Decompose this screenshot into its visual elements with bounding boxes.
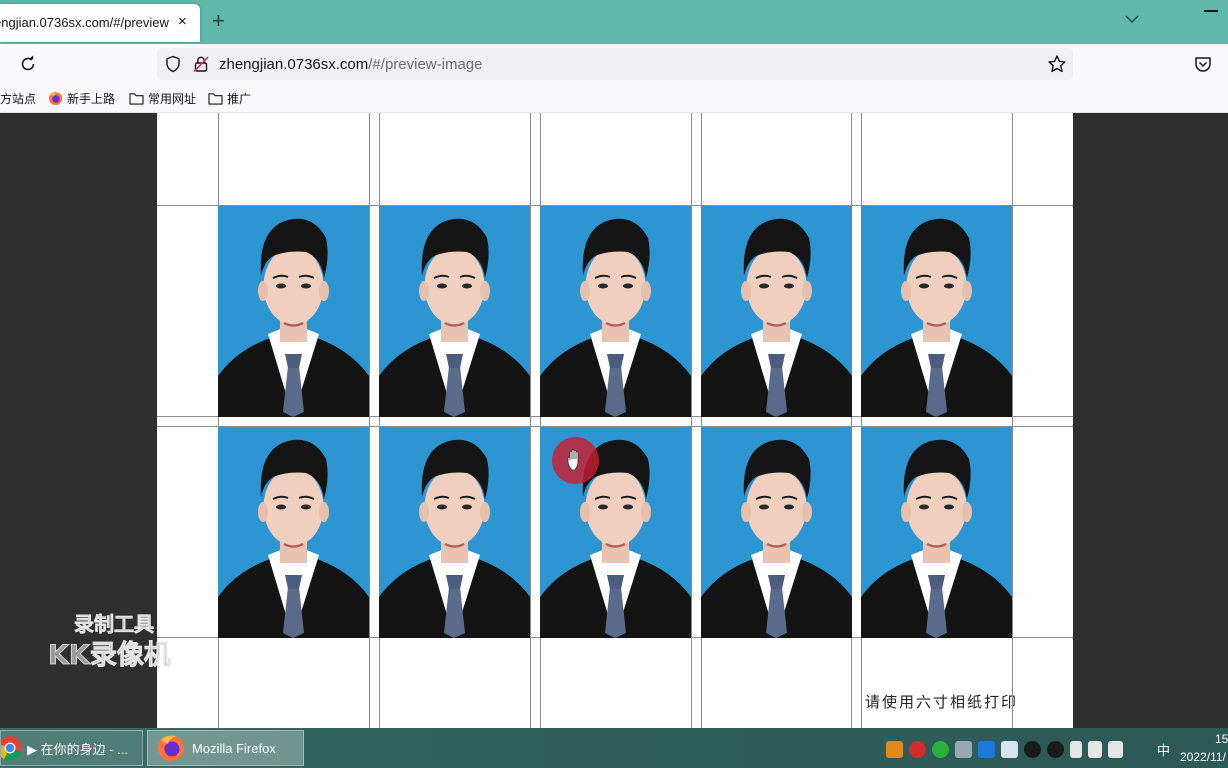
id-photo (701, 427, 852, 638)
portrait-image (379, 427, 530, 638)
watermark-line2: KK录像机 (48, 640, 171, 671)
id-photo (861, 427, 1012, 638)
portrait-image (218, 206, 369, 417)
id-photo (861, 206, 1012, 417)
minimize-button[interactable] (1204, 10, 1218, 12)
reload-icon[interactable] (19, 55, 37, 73)
id-photo (379, 427, 530, 638)
portrait-image (861, 427, 1012, 638)
chrome-icon (1, 736, 22, 761)
new-tab-button[interactable]: + (212, 8, 225, 34)
bookmark-folder[interactable]: 常用网址 (129, 90, 196, 107)
portrait-image (701, 427, 852, 638)
folder-icon (208, 93, 223, 105)
clock-time[interactable]: 15 (1215, 732, 1228, 746)
taskbar-item-chrome[interactable]: ▶ 在你的身边 - ... (0, 730, 143, 766)
qq-icon[interactable] (1024, 740, 1041, 758)
portrait-image (861, 206, 1012, 417)
folder-icon (129, 93, 144, 105)
tray-antivirus-icon[interactable] (909, 740, 926, 758)
bookmarks-bar: 方站点 新手上路 常用网址 推广 (0, 84, 1228, 113)
pocket-icon[interactable] (1194, 56, 1212, 73)
taskbar: ▶ 在你的身边 - ... Mozilla Firefox 中 15 2022/… (0, 728, 1228, 768)
wechat-icon[interactable] (932, 740, 949, 758)
battery-icon[interactable] (1070, 740, 1082, 758)
id-photo (540, 206, 691, 417)
tab-title: engjian.0736sx.com/#/preview (0, 15, 169, 30)
bookmark-label: 新手上路 (67, 92, 116, 106)
watermark-line1: 录制工具 (74, 612, 154, 636)
bookmark-item[interactable]: 方站点 (0, 90, 36, 107)
tray-keyboard-icon[interactable] (1001, 740, 1018, 758)
nav-bar: zhengjian.0736sx.com/#/preview-image (0, 44, 1228, 84)
tray-app-icon[interactable] (886, 740, 903, 758)
insecure-lock-icon[interactable] (192, 55, 210, 73)
portrait-image (540, 206, 691, 417)
id-photo (701, 206, 852, 417)
photo-print-sheet: 请使用六寸相纸打印 (157, 113, 1073, 728)
shield-icon[interactable] (164, 55, 182, 73)
bookmark-star-icon[interactable] (1047, 54, 1067, 74)
url-bar[interactable]: zhengjian.0736sx.com/#/preview-image (157, 48, 1073, 80)
chevron-down-icon[interactable] (1124, 11, 1140, 27)
clock-date[interactable]: 2022/11/ (1180, 750, 1226, 764)
url-path: /#/preview-image (368, 56, 483, 73)
portrait-image (701, 206, 852, 417)
bookmark-item[interactable]: 新手上路 (48, 90, 115, 107)
tab-close-button[interactable]: × (178, 13, 187, 30)
id-photo (218, 206, 369, 417)
bookmark-folder[interactable]: 推广 (208, 90, 251, 107)
active-tab[interactable]: engjian.0736sx.com/#/preview × (0, 4, 200, 42)
id-photo (218, 427, 369, 638)
portrait-image (218, 427, 369, 638)
hand-cursor-icon (567, 449, 579, 471)
bookmark-label: 常用网址 (148, 92, 197, 106)
taskbar-item-firefox[interactable]: Mozilla Firefox (147, 730, 304, 766)
bookmark-label: 推广 (227, 92, 252, 106)
system-tray (886, 740, 1123, 758)
bookmark-label: 方站点 (0, 92, 37, 106)
taskbar-item-label: Mozilla Firefox (192, 740, 276, 756)
print-hint-text: 请使用六寸相纸打印 (865, 693, 1019, 711)
portrait-image (379, 206, 530, 417)
tray-display-icon[interactable] (955, 740, 972, 758)
firefox-icon (48, 91, 63, 106)
taskbar-item-label: ▶ 在你的身边 - ... (27, 741, 128, 757)
volume-icon[interactable] (1088, 740, 1102, 758)
recorder-watermark: 录制工具 KK录像机 (48, 612, 171, 672)
tab-bar: engjian.0736sx.com/#/preview × + (0, 0, 1228, 44)
url-text[interactable]: zhengjian.0736sx.com/#/preview-image (219, 56, 482, 73)
url-host: zhengjian.0736sx.com (219, 56, 369, 73)
firefox-icon (158, 735, 184, 761)
tray-p-icon[interactable] (978, 740, 995, 758)
input-method-indicator[interactable]: 中 (1157, 740, 1170, 759)
id-photo (379, 206, 530, 417)
network-icon[interactable] (1108, 740, 1123, 758)
qq-icon[interactable] (1047, 740, 1064, 758)
